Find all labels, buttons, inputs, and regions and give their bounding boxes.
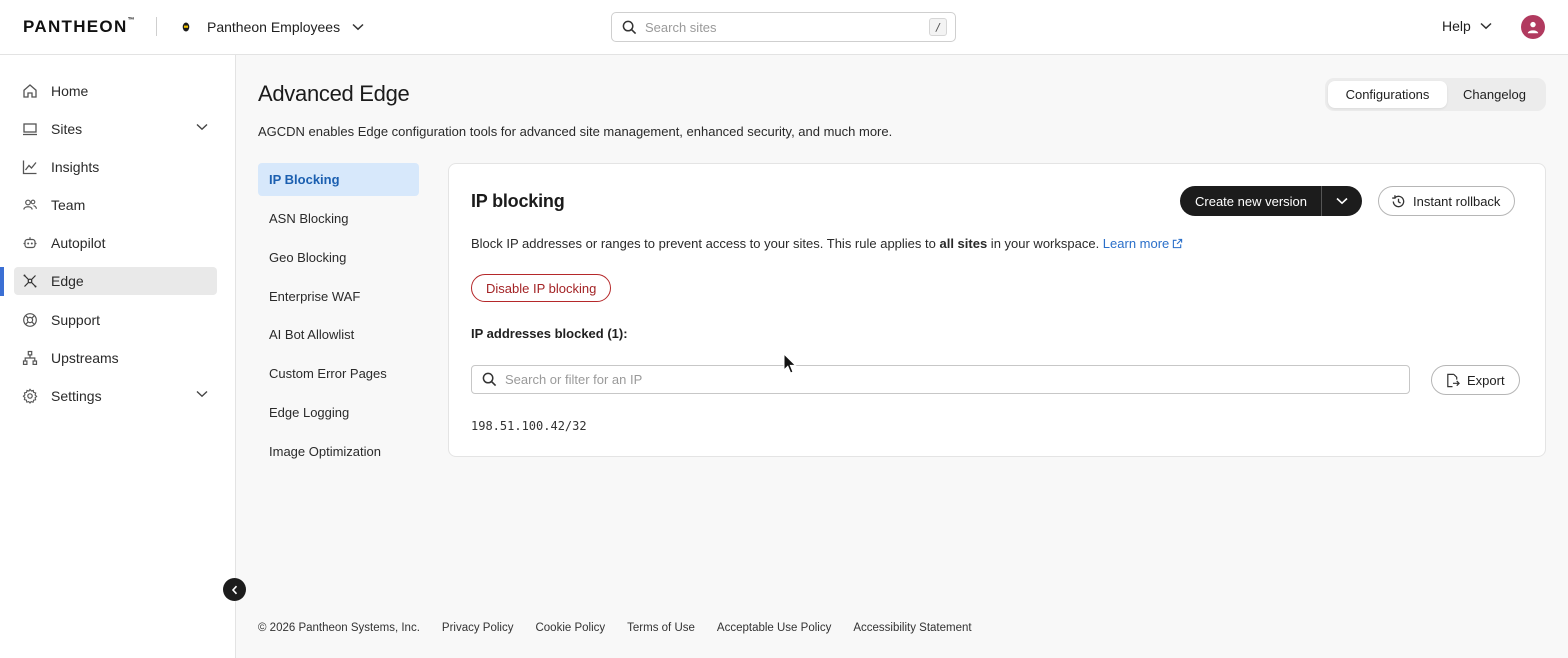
subnav-asn-blocking[interactable]: ASN Blocking <box>258 202 419 235</box>
disable-ip-blocking-button[interactable]: Disable IP blocking <box>471 274 612 302</box>
create-new-version-button[interactable]: Create new version <box>1180 186 1321 216</box>
acceptable-use-policy-link[interactable]: Acceptable Use Policy <box>717 622 831 634</box>
search-sites-input[interactable] <box>645 19 915 35</box>
workspace-switcher[interactable]: Pantheon Employees <box>180 15 364 39</box>
sidebar-item-support[interactable]: Support <box>14 306 217 334</box>
sidebar: Home Sites Insights Team Autopilot Edge … <box>0 55 236 658</box>
subnav-ai-bot-allowlist[interactable]: AI Bot Allowlist <box>258 318 419 351</box>
emphasis: all sites <box>939 236 988 251</box>
mouse-cursor-icon <box>783 353 797 375</box>
gear-icon <box>22 388 38 404</box>
subnav-enterprise-waf[interactable]: Enterprise WAF <box>258 280 419 313</box>
rollback-label: Instant rollback <box>1413 193 1501 209</box>
sidebar-item-team[interactable]: Team <box>14 191 217 219</box>
blocked-ip-entry: 198.51.100.42/32 <box>471 419 587 433</box>
chevron-down-icon <box>1336 197 1348 205</box>
export-button[interactable]: Export <box>1431 365 1520 395</box>
autopilot-icon <box>22 235 38 251</box>
search-icon <box>482 372 497 387</box>
chevron-down-icon <box>196 123 208 131</box>
copyright: © 2026 Pantheon Systems, Inc. <box>258 622 420 634</box>
panel-description: Block IP addresses or ranges to prevent … <box>471 236 1183 251</box>
ip-blocking-panel: IP blocking Create new version Instant r… <box>448 163 1546 457</box>
help-menu[interactable]: Help <box>1442 18 1501 34</box>
subnav-ip-blocking[interactable]: IP Blocking <box>258 163 419 196</box>
insights-icon <box>22 159 38 175</box>
instant-rollback-button[interactable]: Instant rollback <box>1378 186 1516 216</box>
edge-icon <box>22 273 38 289</box>
sidebar-item-label: Support <box>51 312 101 328</box>
external-link-icon <box>1172 238 1183 249</box>
sidebar-item-edge[interactable]: Edge <box>14 267 217 295</box>
export-label: Export <box>1467 372 1505 388</box>
user-avatar[interactable] <box>1521 15 1545 39</box>
pantheon-logo[interactable]: PANTHEON™ <box>23 17 135 37</box>
accessibility-statement-link[interactable]: Accessibility Statement <box>853 622 971 634</box>
sidebar-item-label: Sites <box>51 121 83 137</box>
chevron-down-icon <box>352 23 364 31</box>
history-icon <box>1391 194 1413 209</box>
sidebar-item-label: Insights <box>51 159 100 175</box>
sidebar-item-label: Settings <box>51 388 102 404</box>
divider <box>156 17 157 36</box>
team-icon <box>22 197 38 213</box>
collapse-sidebar-button[interactable] <box>223 578 246 601</box>
sidebar-item-label: Team <box>51 197 86 213</box>
sidebar-item-autopilot[interactable]: Autopilot <box>14 229 217 257</box>
subnav-image-optimization[interactable]: Image Optimization <box>258 435 419 468</box>
sidebar-item-label: Autopilot <box>51 235 106 251</box>
subnav-custom-error-pages[interactable]: Custom Error Pages <box>258 357 419 390</box>
search-shortcut-hint: / <box>929 18 947 36</box>
upstreams-icon <box>22 350 38 366</box>
learn-more-link[interactable]: Learn more <box>1103 236 1183 251</box>
create-version-menu-button[interactable] <box>1322 186 1362 216</box>
chevron-left-icon <box>231 585 239 595</box>
active-indicator <box>0 267 4 296</box>
chevron-down-icon <box>196 390 208 398</box>
export-icon <box>1445 373 1467 388</box>
search-sites-field[interactable]: / <box>611 12 956 42</box>
search-icon <box>622 20 637 35</box>
support-icon <box>22 312 38 328</box>
create-version-split-button: Create new version <box>1180 186 1362 216</box>
panel-title: IP blocking <box>471 191 565 211</box>
sidebar-item-settings[interactable]: Settings <box>14 382 217 410</box>
sidebar-item-insights[interactable]: Insights <box>14 153 217 181</box>
terms-of-use-link[interactable]: Terms of Use <box>627 622 695 634</box>
subnav-geo-blocking[interactable]: Geo Blocking <box>258 241 419 274</box>
workspace-logo-icon <box>180 21 192 33</box>
home-icon <box>22 83 38 99</box>
blocked-count-label: IP addresses blocked (1): <box>471 326 628 341</box>
sites-icon <box>22 121 38 137</box>
footer: © 2026 Pantheon Systems, Inc. Privacy Po… <box>258 622 994 634</box>
view-toggle: Configurations Changelog <box>1325 78 1546 111</box>
sidebar-item-upstreams[interactable]: Upstreams <box>14 344 217 372</box>
top-bar: PANTHEON™ Pantheon Employees / Help <box>0 0 1568 55</box>
subnav-edge-logging[interactable]: Edge Logging <box>258 396 419 429</box>
sidebar-item-home[interactable]: Home <box>14 77 217 105</box>
help-label: Help <box>1442 18 1471 34</box>
page-description: AGCDN enables Edge configuration tools f… <box>258 124 893 139</box>
chevron-down-icon <box>1480 22 1492 30</box>
tab-configurations[interactable]: Configurations <box>1328 81 1447 108</box>
ip-filter-field[interactable] <box>471 365 1410 394</box>
privacy-policy-link[interactable]: Privacy Policy <box>442 622 514 634</box>
sidebar-item-sites[interactable]: Sites <box>14 115 217 143</box>
ip-filter-input[interactable] <box>505 372 1385 387</box>
sidebar-item-label: Upstreams <box>51 350 119 366</box>
workspace-name: Pantheon Employees <box>207 19 341 35</box>
page-title: Advanced Edge <box>258 81 410 106</box>
tab-changelog[interactable]: Changelog <box>1447 81 1542 108</box>
sidebar-item-label: Home <box>51 83 89 99</box>
cookie-policy-link[interactable]: Cookie Policy <box>535 622 605 634</box>
sidebar-item-label: Edge <box>51 273 84 289</box>
